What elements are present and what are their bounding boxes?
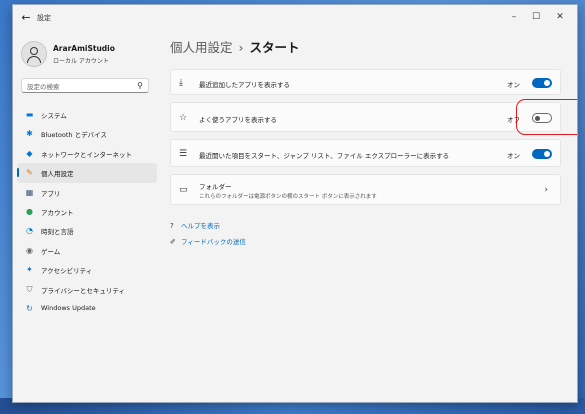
annotation-highlight (516, 99, 577, 135)
feedback-icon: ✐ (170, 238, 176, 246)
folders-title: フォルダー (199, 183, 232, 191)
toggle-recent-items[interactable] (532, 149, 552, 159)
sidebar: ArarAmiStudio ローカル アカウント 設定の検索 ⚲ ▬ システム ✱ B… (13, 31, 163, 402)
feedback-link[interactable]: ✐ フィードバックの送信 (170, 236, 246, 246)
sidebar-item-label: 時刻と言語 (41, 228, 74, 237)
user-icon-body (27, 56, 41, 63)
toggle-recent-apps[interactable] (532, 78, 552, 88)
main-content: 個人用設定 › スタート ⤓ 最近追加したアプリを表示する オン ☆ よく使うアプリ… (170, 31, 577, 402)
search-box[interactable]: 設定の検索 ⚲ (21, 78, 149, 93)
sidebar-item-monitor[interactable]: ▬ システム (17, 105, 157, 124)
maximize-icon: ☐ (531, 12, 541, 22)
account-icon: ● (26, 206, 33, 216)
minimize-icon: – (511, 12, 517, 22)
toggle-knob (544, 80, 550, 86)
help-icon: ? (170, 222, 174, 230)
sidebar-nav: ▬ システム ✱ Bluetooth とデバイス ◆ ネットワークとインターネット ✎ 個人用… (17, 105, 157, 318)
title-bar: ← 設定 – ☐ ✕ (13, 5, 577, 31)
toggle-state-label: オン (507, 81, 520, 89)
close-button[interactable]: ✕ (549, 10, 571, 24)
game-controller-icon: ◉ (26, 245, 33, 255)
account-type: ローカル アカウント (53, 58, 109, 65)
feedback-link-label: フィードバックの送信 (181, 238, 246, 246)
sidebar-item-label: Bluetooth とデバイス (41, 131, 107, 140)
sidebar-item-globe-clock[interactable]: ◔ 時刻と言語 (17, 221, 157, 240)
user-card[interactable]: ArarAmiStudio ローカル アカウント (21, 39, 161, 73)
avatar (21, 41, 47, 67)
sidebar-item-label: 個人用設定 (41, 170, 74, 179)
sidebar-item-network[interactable]: ◆ ネットワークとインターネット (17, 144, 157, 163)
user-icon (30, 47, 38, 55)
shield-icon: ⛉ (26, 284, 33, 294)
sidebar-item-label: ゲーム (41, 247, 61, 256)
folder-icon: ▭ (179, 185, 188, 195)
apps-icon: ▦ (25, 187, 34, 197)
help-link-label: ヘルプを表示 (181, 222, 220, 230)
window-title: 設定 (37, 14, 51, 22)
bluetooth-icon: ✱ (26, 129, 33, 139)
brush-icon: ✎ (26, 168, 33, 178)
breadcrumb: 個人用設定 › スタート (170, 37, 300, 56)
list-icon: ☰ (179, 149, 188, 159)
setting-label: 最近開いた項目をスタート、ジャンプ リスト、ファイル エクスプローラーに表示する (199, 152, 450, 160)
sidebar-item-label: ネットワークとインターネット (41, 150, 132, 159)
breadcrumb-separator-icon: › (238, 40, 244, 55)
accessibility-icon: ✦ (26, 265, 33, 275)
setting-label: よく使うアプリを表示する (199, 116, 277, 124)
search-input[interactable]: 設定の検索 (27, 81, 60, 91)
setting-row-recent-items: ☰ 最近開いた項目をスタート、ジャンプ リスト、ファイル エクスプローラーに表示… (170, 139, 561, 167)
sidebar-item-shield[interactable]: ⛉ プライバシーとセキュリティ (17, 280, 157, 299)
page-title: スタート (249, 40, 300, 55)
close-icon: ✕ (556, 12, 564, 22)
sidebar-item-accessibility[interactable]: ✦ アクセシビリティ (17, 260, 157, 279)
minimize-button[interactable]: – (503, 10, 525, 24)
sidebar-item-label: アカウント (41, 208, 74, 217)
star-icon: ☆ (179, 113, 188, 123)
network-icon: ◆ (26, 148, 33, 158)
breadcrumb-parent[interactable]: 個人用設定 (170, 40, 233, 55)
globe-clock-icon: ◔ (26, 226, 33, 236)
back-button[interactable]: ← (19, 11, 33, 25)
sidebar-item-game-controller[interactable]: ◉ ゲーム (17, 241, 157, 260)
sidebar-item-label: アプリ (41, 189, 61, 198)
search-icon: ⚲ (137, 81, 143, 90)
help-link[interactable]: ? ヘルプを表示 (170, 220, 220, 230)
folders-subtitle: これらのフォルダーは電源ボタンの横のスタート ボタンに表示されます (199, 194, 377, 200)
sidebar-item-update[interactable]: ↻ Windows Update (17, 299, 157, 318)
sidebar-item-label: アクセシビリティ (41, 267, 93, 276)
sidebar-item-brush[interactable]: ✎ 個人用設定 (17, 163, 157, 183)
sidebar-item-label: プライバシーとセキュリティ (41, 286, 125, 295)
sidebar-item-label: Windows Update (41, 303, 96, 312)
toggle-state-label: オン (507, 152, 520, 160)
update-icon: ↻ (26, 303, 33, 313)
sidebar-item-apps[interactable]: ▦ アプリ (17, 183, 157, 202)
user-name: ArarAmiStudio (53, 44, 115, 53)
setting-row-recent-apps: ⤓ 最近追加したアプリを表示する オン (170, 69, 561, 95)
setting-row-folders[interactable]: ▭ フォルダー これらのフォルダーは電源ボタンの横のスタート ボタンに表示されま… (170, 174, 561, 205)
toggle-knob (544, 151, 550, 157)
sidebar-item-bluetooth[interactable]: ✱ Bluetooth とデバイス (17, 124, 157, 143)
sidebar-item-account[interactable]: ● アカウント (17, 202, 157, 221)
sidebar-item-label: システム (41, 112, 67, 120)
chevron-right-icon: › (544, 185, 548, 195)
setting-label: 最近追加したアプリを表示する (199, 81, 290, 89)
settings-window: ← 設定 – ☐ ✕ ArarAmiStudio ローカル アカウント 設定の検… (12, 4, 578, 403)
arrow-left-icon: ← (21, 11, 31, 24)
setting-row-frequent-apps: ☆ よく使うアプリを表示する オフ (170, 102, 561, 132)
monitor-icon: ▬ (25, 110, 34, 119)
maximize-button[interactable]: ☐ (525, 10, 547, 24)
download-icon: ⤓ (179, 78, 183, 88)
